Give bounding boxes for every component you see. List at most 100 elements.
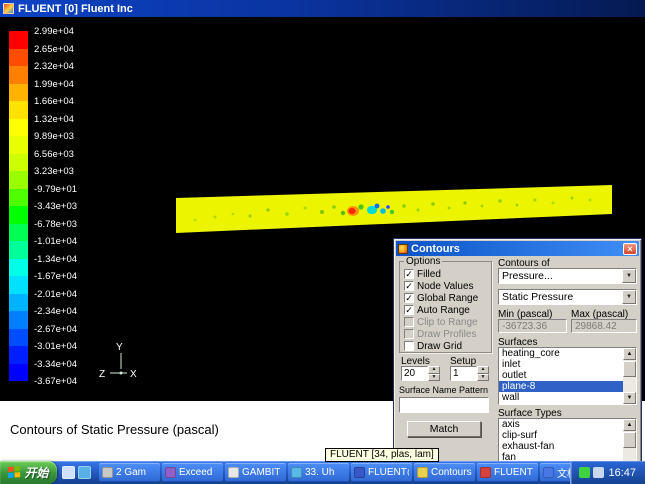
list-item-plane-8[interactable]: plane-8 [499, 381, 623, 392]
start-button[interactable]: 开始 [0, 461, 57, 484]
colorbar-block [9, 364, 28, 382]
taskbar-button-label: FLUENT [494, 467, 533, 478]
list-item-wall[interactable]: wall [499, 392, 623, 403]
antivirus-icon[interactable] [579, 467, 590, 478]
taskbar-button[interactable]: GAMBIT [225, 463, 286, 482]
colorbar-block [9, 189, 28, 207]
surfaces-listbox: heating_coreinletoutletplane-8wall ▲ ▼ [498, 347, 637, 405]
option-draw-grid[interactable]: Draw Grid [400, 340, 491, 352]
taskbar-button[interactable]: 2 Gam [99, 463, 160, 482]
taskbar-button[interactable]: Exceed [162, 463, 223, 482]
taskbar-button-icon [228, 467, 239, 478]
scroll-thumb[interactable] [623, 432, 636, 448]
colorbar-value: -2.34e+04 [34, 306, 94, 324]
colorbar-value: -6.78e+03 [34, 219, 94, 237]
list-item-clip-surf[interactable]: clip-surf [499, 430, 623, 441]
colorbar-value: 6.56e+03 [34, 149, 94, 167]
window-titlebar[interactable]: FLUENT [0] Fluent Inc [0, 0, 645, 17]
taskbar-button-icon [543, 467, 554, 478]
volume-icon[interactable] [593, 467, 604, 478]
option-clip-to-range: Clip to Range [400, 316, 491, 328]
show-desktop-icon[interactable] [62, 466, 75, 479]
close-icon[interactable]: × [623, 243, 637, 255]
colorbar-block [9, 154, 28, 172]
match-button[interactable]: Match [407, 421, 481, 437]
scroll-up-icon[interactable]: ▲ [623, 419, 636, 431]
internet-icon[interactable] [78, 466, 91, 479]
list-item-axis[interactable]: axis [499, 419, 623, 430]
taskbar-button-icon [102, 467, 113, 478]
setup-spin-buttons[interactable]: ▲ ▼ [477, 366, 489, 381]
taskbar-button-label: FLUENT@ [368, 467, 409, 478]
chevron-down-icon[interactable]: ▼ [622, 290, 636, 304]
taskbar-button[interactable]: FLUENT [477, 463, 538, 482]
surfaces-scrollbar[interactable]: ▲ ▼ [623, 348, 636, 404]
option-filled[interactable]: ✓Filled [400, 268, 491, 280]
taskbar-button-icon [480, 467, 491, 478]
colorbar-block [9, 66, 28, 84]
colorbar-value: 3.23e+03 [34, 166, 94, 184]
option-node-values[interactable]: ✓Node Values [400, 280, 491, 292]
taskbar-button[interactable]: Contours [414, 463, 475, 482]
quick-launch [57, 466, 96, 479]
colorbar-value: -1.34e+04 [34, 254, 94, 272]
spin-down-icon[interactable]: ▼ [428, 374, 440, 382]
colorbar-labels: 2.99e+042.65e+042.32e+041.99e+041.66e+04… [34, 26, 94, 394]
list-item-heating_core[interactable]: heating_core [499, 348, 623, 359]
taskbar-button-label: GAMBIT [242, 467, 280, 478]
colorbar-value: -3.43e+03 [34, 201, 94, 219]
setup-spinner[interactable]: 1 ▲ ▼ [450, 366, 489, 381]
chevron-down-icon[interactable]: ▼ [622, 269, 636, 283]
levels-spinner[interactable]: 20 ▲ ▼ [401, 366, 440, 381]
checkbox-icon[interactable]: ✓ [404, 281, 414, 291]
contours-of-dropdown[interactable]: Pressure... ▼ [498, 268, 637, 284]
spin-up-icon[interactable]: ▲ [428, 366, 440, 374]
colorbar-value: -3.34e+04 [34, 359, 94, 377]
contours-dialog-titlebar[interactable]: Contours × [396, 241, 639, 256]
scroll-up-icon[interactable]: ▲ [623, 348, 636, 360]
list-item-inlet[interactable]: inlet [499, 359, 623, 370]
tray-icons [579, 467, 604, 478]
taskbar-button[interactable]: FLUENT@ [351, 463, 412, 482]
window-title: FLUENT [0] Fluent Inc [18, 3, 133, 15]
taskbar-button-icon [417, 467, 428, 478]
surface-types-list: axisclip-surfexhaust-fanfan [499, 419, 636, 463]
option-auto-range[interactable]: ✓Auto Range [400, 304, 491, 316]
spin-down-icon[interactable]: ▼ [477, 374, 489, 382]
checkbox-icon[interactable] [404, 341, 414, 351]
checkbox-icon[interactable]: ✓ [404, 293, 414, 303]
colorbar-value: -2.67e+04 [34, 324, 94, 342]
options-group: Options ✓Filled✓Node Values✓Global Range… [399, 261, 492, 353]
contours-of-value: Pressure... [499, 270, 622, 282]
surface-name-pattern-input[interactable] [399, 397, 489, 413]
field-dropdown[interactable]: Static Pressure ▼ [498, 289, 637, 305]
checkbox-icon [404, 329, 414, 339]
colorbar-value: -2.01e+04 [34, 289, 94, 307]
taskbar-button[interactable]: 文档1 1 [540, 463, 570, 482]
taskbar-button[interactable]: 33. Uh [288, 463, 349, 482]
scroll-thumb[interactable] [623, 361, 636, 377]
option-global-range[interactable]: ✓Global Range [400, 292, 491, 304]
spin-up-icon[interactable]: ▲ [477, 366, 489, 374]
colorbar-value: -9.79e+01 [34, 184, 94, 202]
scroll-down-icon[interactable]: ▼ [623, 392, 636, 404]
colorbar-value: -3.01e+04 [34, 341, 94, 359]
colorbar-block [9, 84, 28, 102]
list-item-exhaust-fan[interactable]: exhaust-fan [499, 441, 623, 452]
checkbox-label: Draw Grid [417, 341, 462, 352]
option-draw-profiles: Draw Profiles [400, 328, 491, 340]
colorbar-block [9, 206, 28, 224]
taskbar-buttons: 2 GamExceed GAMBIT 33. Uh FLUENT@ Contours FL… [99, 463, 570, 482]
checkbox-icon[interactable]: ✓ [404, 269, 414, 279]
setup-value[interactable]: 1 [450, 366, 477, 381]
levels-value[interactable]: 20 [401, 366, 428, 381]
contours-dialog-icon [398, 244, 408, 254]
taskbar-button-icon [165, 467, 176, 478]
list-item-outlet[interactable]: outlet [499, 370, 623, 381]
colorbar-block [9, 171, 28, 189]
colorbar-value: 1.99e+04 [34, 79, 94, 97]
checkbox-icon[interactable]: ✓ [404, 305, 414, 315]
colorbar-block [9, 276, 28, 294]
colorbar-value: 2.65e+04 [34, 44, 94, 62]
levels-spin-buttons[interactable]: ▲ ▼ [428, 366, 440, 381]
